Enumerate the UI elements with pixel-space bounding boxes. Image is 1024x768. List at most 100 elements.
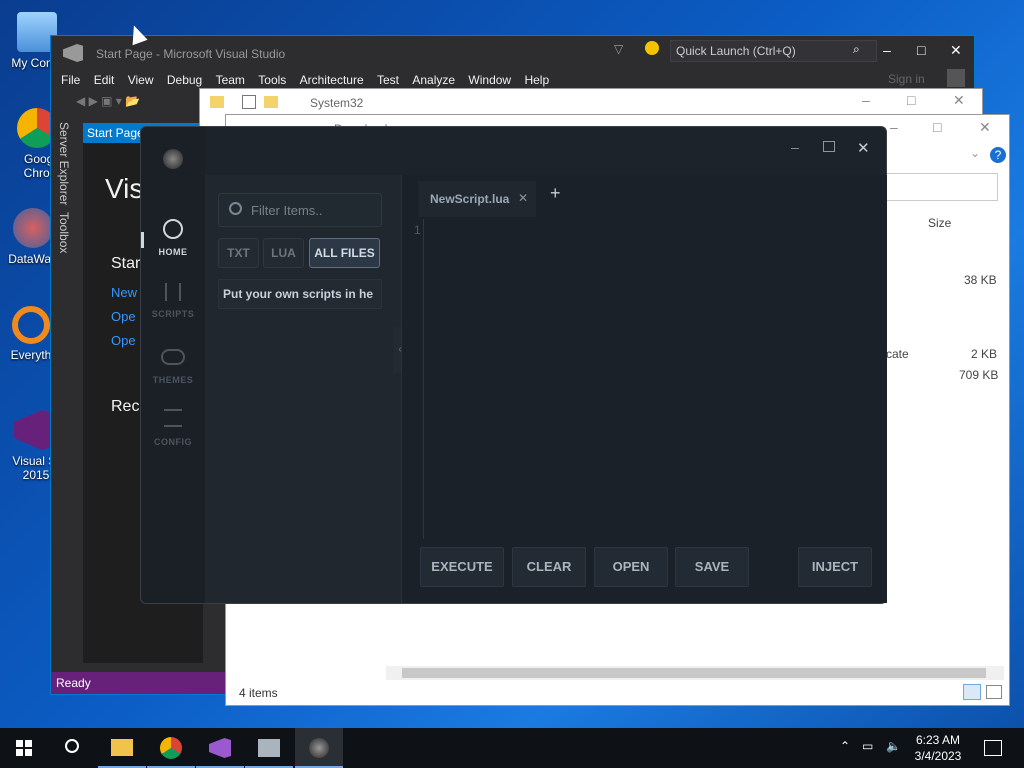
server-explorer-tab[interactable]: Server Explorer	[57, 122, 71, 205]
folder-icon	[210, 96, 224, 108]
help-icon[interactable]: ?	[990, 147, 1006, 163]
filter-txt-button[interactable]: TXT	[218, 238, 259, 268]
sign-in-link[interactable]: Sign in	[888, 72, 925, 86]
feedback-smiley-icon[interactable]	[645, 41, 659, 55]
open-from-source-link[interactable]: Ope	[111, 333, 136, 348]
quick-launch-input[interactable]: Quick Launch (Ctrl+Q)	[670, 40, 877, 62]
close-button[interactable]: ✕	[953, 92, 965, 109]
execute-button[interactable]: EXECUTE	[420, 547, 504, 587]
status-text: Ready	[56, 676, 91, 690]
new-folder-icon[interactable]	[264, 96, 278, 108]
details-view-icon[interactable]	[963, 684, 981, 700]
windows-logo-icon	[16, 740, 32, 756]
filter-input[interactable]: Filter Items..	[218, 193, 382, 227]
compass-icon	[163, 219, 183, 239]
nav-config[interactable]: CONFIG	[141, 409, 205, 447]
search-box[interactable]	[886, 173, 998, 201]
taskbar-executor[interactable]	[295, 728, 343, 768]
taskbar-photos[interactable]	[245, 728, 293, 768]
desktop-icon-label: Everyth	[10, 348, 52, 362]
column-header-size[interactable]: Size	[928, 216, 951, 230]
minimize-button[interactable]: –	[890, 119, 898, 135]
clock[interactable]: 6:23 AM 3/4/2023	[908, 732, 968, 764]
close-button[interactable]: ✕	[950, 42, 962, 59]
inject-button[interactable]: INJECT	[798, 547, 872, 587]
clear-button[interactable]: CLEAR	[512, 547, 586, 587]
volume-icon[interactable]: 🔈	[886, 739, 901, 753]
executor-icon	[309, 738, 329, 758]
start-heading: Vis	[105, 173, 144, 204]
minimize-button[interactable]: –	[883, 42, 891, 58]
taskbar-file-explorer[interactable]	[98, 728, 146, 768]
nav-themes[interactable]: THEMES	[141, 349, 205, 385]
taskbar-chrome[interactable]	[147, 728, 195, 768]
executor-nav: HOME SCRIPTS THEMES CONFIG	[141, 127, 205, 603]
notifications-icon[interactable]	[984, 740, 1002, 756]
open-button[interactable]: OPEN	[594, 547, 668, 587]
branch-icon	[165, 283, 181, 301]
filter-placeholder: Filter Items..	[251, 203, 323, 218]
expand-ribbon-icon[interactable]: ⌄	[970, 146, 980, 160]
open-project-link[interactable]: Ope	[111, 309, 136, 324]
visual-studio-icon	[14, 410, 54, 450]
start-button[interactable]	[0, 728, 48, 768]
close-button[interactable]: ✕	[857, 139, 870, 157]
editor-tab-label: NewScript.lua	[430, 192, 510, 206]
filter-all-files-button[interactable]: ALL FILES	[309, 238, 380, 268]
visual-studio-icon	[209, 738, 231, 758]
search-icon[interactable]: ⌕	[853, 42, 860, 57]
account-icon[interactable]	[947, 69, 965, 87]
toolbar: ◀ ▶ ▣ ▾ 📂	[76, 94, 141, 108]
minimize-button[interactable]: –	[862, 92, 870, 108]
save-button[interactable]: SAVE	[675, 547, 749, 587]
add-tab-button[interactable]: +	[550, 183, 561, 204]
window-title: Start Page - Microsoft Visual Studio	[96, 47, 286, 61]
toolbox-tab[interactable]: Toolbox	[57, 212, 71, 253]
properties-icon[interactable]	[242, 95, 256, 109]
show-hidden-icons-button[interactable]: ⌃	[840, 739, 850, 753]
executor-logo-icon	[163, 149, 183, 169]
script-editor: NewScript.lua ✕ + 1 EXECUTE CLEAR OPEN S…	[401, 175, 887, 603]
nav-home-label: HOME	[158, 247, 188, 257]
photos-icon	[258, 739, 280, 757]
nav-themes-label: THEMES	[152, 375, 194, 385]
menu-view[interactable]: View	[128, 69, 154, 91]
taskbar: ⌃ ▭ 🔈 6:23 AM 3/4/2023	[0, 728, 1024, 768]
maximize-button[interactable]: □	[933, 119, 941, 135]
nav-home[interactable]: HOME	[141, 219, 205, 257]
menu-debug[interactable]: Debug	[167, 69, 202, 91]
maximize-button[interactable]	[823, 141, 835, 152]
menu-file[interactable]: File	[61, 69, 80, 91]
horizontal-scrollbar[interactable]	[386, 666, 1004, 680]
search-magnifier-icon	[12, 306, 50, 344]
executor-window[interactable]: HOME SCRIPTS THEMES CONFIG – ✕ Filter It…	[140, 126, 887, 604]
nav-scripts[interactable]: SCRIPTS	[141, 283, 205, 319]
network-icon[interactable]: ▭	[862, 739, 873, 753]
taskbar-visual-studio[interactable]	[196, 728, 244, 768]
scroll-thumb[interactable]	[402, 668, 986, 678]
search-icon	[65, 739, 79, 753]
close-tab-icon[interactable]: ✕	[518, 191, 528, 205]
editor-tab[interactable]: NewScript.lua ✕	[418, 181, 536, 217]
filter-icon[interactable]: ▽	[614, 42, 623, 56]
menu-edit[interactable]: Edit	[94, 69, 115, 91]
chrome-icon	[160, 737, 182, 759]
file-size: 2 KB	[971, 347, 998, 361]
code-area[interactable]: 1	[408, 219, 878, 539]
close-button[interactable]: ✕	[979, 119, 991, 136]
new-project-link[interactable]: New	[111, 285, 137, 300]
clock-date: 3/4/2023	[914, 749, 962, 763]
cloud-icon	[161, 349, 185, 365]
clock-time: 6:23 AM	[915, 733, 961, 747]
taskbar-search-button[interactable]	[48, 728, 96, 768]
maximize-button[interactable]: □	[907, 92, 915, 108]
maximize-button[interactable]: □	[917, 42, 925, 58]
large-icons-view-icon[interactable]	[986, 685, 1002, 699]
script-hub-panel: Filter Items.. TXT LUA ALL FILES Put you…	[205, 175, 401, 603]
visual-studio-logo-icon	[63, 44, 83, 62]
item-count: 4 items	[239, 686, 278, 700]
file-explorer-icon	[111, 739, 133, 756]
script-list-item[interactable]: Put your own scripts in he	[218, 279, 382, 309]
filter-lua-button[interactable]: LUA	[263, 238, 304, 268]
minimize-button[interactable]: –	[791, 139, 799, 155]
